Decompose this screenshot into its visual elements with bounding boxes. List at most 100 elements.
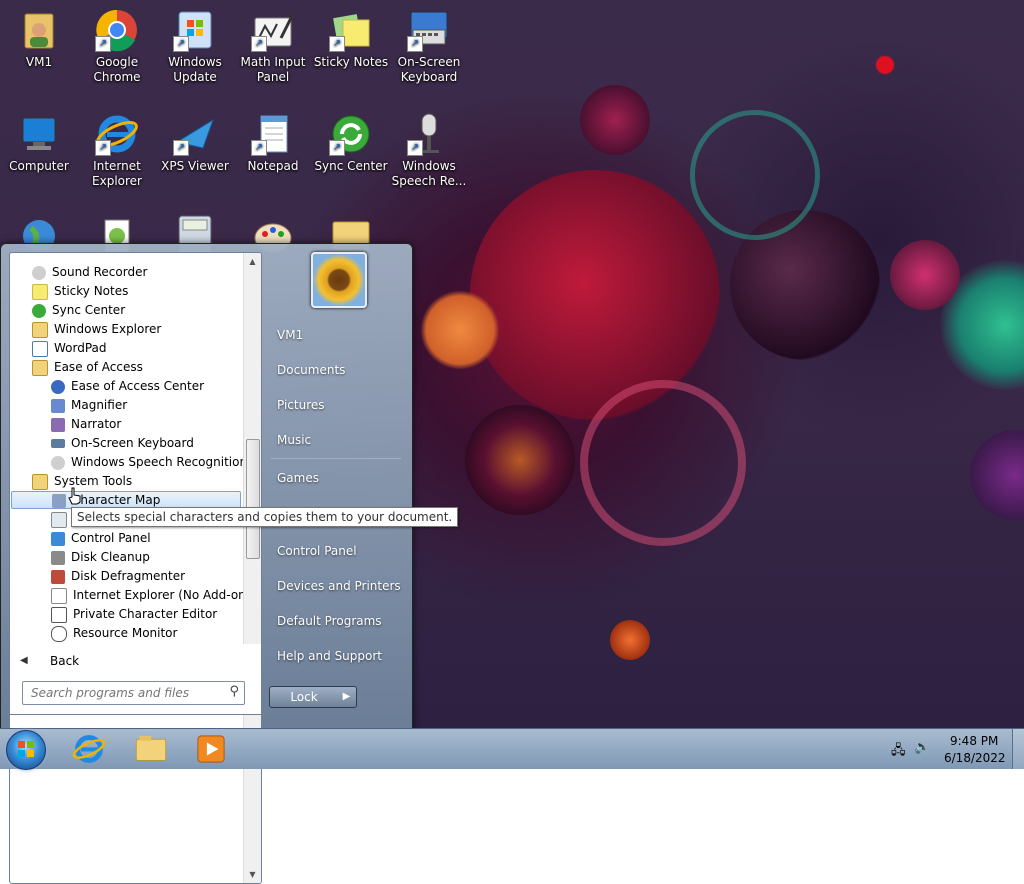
desktop-icon-xps-viewer[interactable]: ↗ XPS Viewer xyxy=(156,112,234,174)
program-item-resource-monitor[interactable]: Resource Monitor xyxy=(51,624,177,642)
taskbar-button-internet-explorer[interactable] xyxy=(62,731,116,767)
right-link-pictures[interactable]: Pictures xyxy=(277,398,325,412)
program-item-wordpad[interactable]: WordPad xyxy=(32,339,107,357)
scroll-up-arrow-icon[interactable]: ▲ xyxy=(244,253,261,270)
microphone-icon xyxy=(32,265,46,280)
desktop-icon-label: Update xyxy=(173,70,217,84)
program-item-narrator[interactable]: Narrator xyxy=(51,415,121,433)
program-item-windows-explorer[interactable]: Windows Explorer xyxy=(32,320,161,338)
internet-explorer-icon xyxy=(72,735,106,763)
wallpaper-orb xyxy=(465,405,575,515)
program-label: Narrator xyxy=(71,417,122,431)
wallpaper-orb xyxy=(580,85,650,155)
taskbar-button-windows-explorer[interactable] xyxy=(124,731,178,767)
desktop-icon-computer[interactable]: Computer xyxy=(0,112,78,174)
desktop-icon-internet-explorer[interactable]: ↗ Internet Explorer xyxy=(78,112,156,189)
desktop-icon-label: Computer xyxy=(9,159,69,173)
program-item-magnifier[interactable]: Magnifier xyxy=(51,396,127,414)
program-item-disk-cleanup[interactable]: Disk Cleanup xyxy=(51,548,150,566)
desktop-icon-sync-center[interactable]: ↗ Sync Center xyxy=(312,112,390,174)
wallpaper-swirl xyxy=(580,380,746,546)
right-link-documents[interactable]: Documents xyxy=(277,363,345,377)
program-label: Disk Cleanup xyxy=(71,550,150,564)
windows-update-icon: ↗ xyxy=(173,8,217,52)
show-desktop-button[interactable] xyxy=(1012,729,1024,769)
user-folder-icon xyxy=(17,8,61,52)
start-menu: Sound Recorder Sticky Notes Sync Center … xyxy=(0,243,413,884)
taskbar-button-media-player[interactable] xyxy=(184,731,238,767)
program-item-private-character-editor[interactable]: Private Character Editor xyxy=(51,605,217,623)
desktop-icon-label: Speech Re... xyxy=(391,174,467,188)
folder-icon xyxy=(32,359,48,376)
desktop-icon-vm1[interactable]: VM1 xyxy=(0,8,78,70)
desktop-icon-google-chrome[interactable]: ↗ Google Chrome xyxy=(78,8,156,85)
right-link-vm1[interactable]: VM1 xyxy=(277,328,303,342)
character-editor-icon xyxy=(51,606,67,623)
program-item-sync-center[interactable]: Sync Center xyxy=(32,301,125,319)
program-folder-system-tools[interactable]: System Tools xyxy=(32,472,132,490)
program-item-control-panel[interactable]: Control Panel xyxy=(51,529,151,547)
desktop-icon-label: VM1 xyxy=(25,55,53,69)
program-item-disk-defragmenter[interactable]: Disk Defragmenter xyxy=(51,567,185,585)
folder-icon xyxy=(32,321,48,338)
back-label: Back xyxy=(50,654,80,668)
desktop-icon-label: Sync Center xyxy=(314,159,388,173)
search-box[interactable]: ⚲ xyxy=(22,681,245,705)
scroll-down-arrow-icon[interactable]: ▼ xyxy=(244,866,261,883)
program-item-ease-of-access-center[interactable]: Ease of Access Center xyxy=(51,377,204,395)
user-avatar[interactable] xyxy=(311,252,367,308)
network-tray-icon[interactable]: 🖧 xyxy=(891,741,906,763)
right-link-music[interactable]: Music xyxy=(277,433,311,447)
shutdown-options-arrow-icon[interactable]: ▶ xyxy=(337,686,357,708)
desktop-icon-windows-speech-recognition[interactable]: ↗ Windows Speech Re... xyxy=(390,112,468,189)
desktop-icon-sticky-notes[interactable]: ↗ Sticky Notes xyxy=(312,8,390,70)
keyboard-icon: ↗ xyxy=(407,8,451,52)
program-item-internet-explorer-no-addons[interactable]: Internet Explorer (No Add-ons) xyxy=(51,586,257,604)
microphone-icon: ↗ xyxy=(407,112,451,156)
wallpaper-orb xyxy=(970,430,1024,520)
tooltip: Selects special characters and copies th… xyxy=(71,507,459,527)
lock-button[interactable]: Lock xyxy=(269,686,339,708)
desktop-icon-label: Chrome xyxy=(93,70,141,84)
program-label: Sync Center xyxy=(52,303,126,317)
shortcut-arrow-icon: ↗ xyxy=(251,140,267,156)
desktop-icon-on-screen-keyboard[interactable]: ↗ On-Screen Keyboard xyxy=(390,8,468,85)
shortcut-arrow-icon: ↗ xyxy=(407,140,423,156)
disk-cleanup-icon xyxy=(51,550,65,565)
search-input[interactable] xyxy=(29,682,223,704)
program-folder-ease-of-access[interactable]: Ease of Access xyxy=(32,358,143,376)
right-link-devices-and-printers[interactable]: Devices and Printers xyxy=(277,579,401,593)
windows-explorer-icon xyxy=(135,735,167,761)
back-button[interactable]: ◀ Back xyxy=(10,648,260,674)
back-panel: ◀ Back ⚲ xyxy=(9,644,262,715)
right-link-help-and-support[interactable]: Help and Support xyxy=(277,649,382,663)
program-item-computer[interactable] xyxy=(51,510,73,528)
clock-time[interactable]: 9:48 PM xyxy=(950,734,998,748)
program-label: System Tools xyxy=(54,474,133,488)
scrollbar-thumb[interactable] xyxy=(246,439,260,559)
shortcut-arrow-icon: ↗ xyxy=(173,36,189,52)
programs-scrollbar[interactable]: ▲ ▼ xyxy=(243,253,261,883)
volume-tray-icon[interactable]: 🔈 xyxy=(914,740,930,755)
desktop-icon-math-input-panel[interactable]: ↗ Math Input Panel xyxy=(234,8,312,85)
desktop-icon-notepad[interactable]: ↗ Notepad xyxy=(234,112,312,174)
program-label: On-Screen Keyboard xyxy=(71,436,194,450)
program-item-windows-speech-recognition[interactable]: Windows Speech Recognition xyxy=(51,453,247,471)
shortcut-arrow-icon: ↗ xyxy=(407,36,423,52)
program-item-sticky-notes[interactable]: Sticky Notes xyxy=(32,282,128,300)
desktop-icon-windows-update[interactable]: ↗ Windows Update xyxy=(156,8,234,85)
clock-date[interactable]: 6/18/2022 xyxy=(944,751,1006,765)
mouse-pointer-hand-icon xyxy=(68,487,82,505)
notepad-icon: ↗ xyxy=(251,112,295,156)
right-link-default-programs[interactable]: Default Programs xyxy=(277,614,382,628)
right-link-games[interactable]: Games xyxy=(277,471,319,485)
program-item-sound-recorder[interactable]: Sound Recorder xyxy=(32,263,147,281)
start-button[interactable] xyxy=(6,730,46,770)
program-label: Windows Speech Recognition xyxy=(71,455,248,469)
program-label: Magnifier xyxy=(71,398,128,412)
search-icon[interactable]: ⚲ xyxy=(229,684,239,699)
ie-icon: ↗ xyxy=(95,112,139,156)
right-link-control-panel[interactable]: Control Panel xyxy=(277,544,357,558)
program-item-on-screen-keyboard[interactable]: On-Screen Keyboard xyxy=(51,434,194,452)
program-label: Character Map xyxy=(72,493,161,507)
